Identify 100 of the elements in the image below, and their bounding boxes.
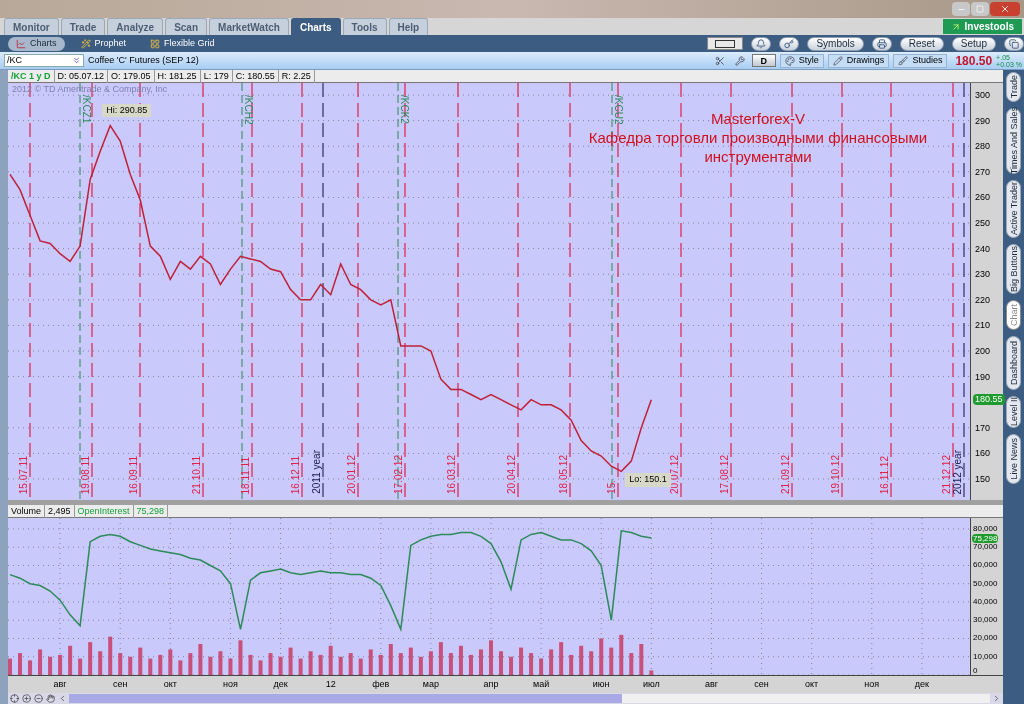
date-label: 18.05.12 [558,455,569,494]
zoom-in-button[interactable] [21,693,32,704]
side-tab[interactable]: Live News [1006,434,1021,484]
scrollbar-thumb[interactable] [69,694,622,703]
volume-bar [128,656,133,675]
date-label: 20.01.12 [346,455,357,494]
volume-bar [328,645,333,675]
main-tab[interactable]: Charts [290,18,341,35]
bell-icon [756,38,767,49]
key-button[interactable] [779,36,800,51]
sub-tab[interactable]: Prophet [72,36,135,51]
volume-bar [529,653,534,675]
year-label: 2012 year [952,449,963,494]
side-tab[interactable]: Level II [1006,396,1021,428]
investools-button[interactable]: Investools [942,19,1022,34]
date-label: 21.12.12 [941,455,952,494]
pan-button[interactable] [45,693,56,704]
axis-label: сен [753,679,770,689]
volume-bar [408,647,413,675]
volume-bar [509,656,514,675]
axis-label: сен [111,679,129,689]
zoom-out-button[interactable] [33,693,44,704]
volume-bar [348,653,353,675]
main-tab[interactable]: Help [388,18,429,35]
info-field: H: 181.25 [154,69,201,83]
toolbar-button[interactable]: Setup [951,36,996,51]
symbols-button[interactable]: Symbols [807,36,864,51]
period-button[interactable]: D [751,54,776,67]
main-tab[interactable]: Analyze [107,18,164,35]
axis-label: 40,000 [973,597,998,606]
volume-bar [458,645,463,675]
print-button[interactable] [871,36,892,51]
volume-bar [18,653,22,675]
axis-label: 230 [975,269,991,280]
volume-bar [78,658,83,675]
date-label: 15. [606,480,617,494]
grid-icon [150,38,161,49]
symbol-field[interactable]: /KC [4,54,84,67]
year-label: 2011 year [311,450,322,494]
side-tab[interactable]: Active Trader [1006,180,1021,238]
volume-bar [138,647,143,675]
chart-tool-button[interactable]: Studies [893,53,948,68]
main-tab[interactable]: Monitor [4,18,59,35]
volume-bar [368,649,373,675]
axis-label: 220 [975,294,991,305]
axis-label: 10,000 [973,652,998,661]
axis-label: 20,000 [973,634,998,643]
side-tab[interactable]: Chart [1006,300,1021,330]
volume-bar [58,654,63,675]
date-label: 16.09.11 [128,455,139,494]
volume-bar [378,654,383,675]
info-field: /KC 1 y D [8,69,55,83]
volume-bar [358,658,363,675]
sub-tab[interactable]: Charts [8,36,65,51]
chart-tool-button[interactable]: Style [779,53,824,68]
axis-label: авг [52,679,68,689]
volume-bar [148,658,153,675]
sub-tab[interactable]: Flexible Grid [142,36,223,51]
main-tab[interactable]: Tools [342,18,387,35]
axis-label: 80,000 [973,524,998,533]
axis-label: 280 [975,141,991,152]
alert-button[interactable] [751,36,772,51]
side-tab[interactable]: Big Buttons [1006,244,1021,294]
chart-tool-button[interactable]: Drawings [827,53,890,68]
crosshair-button[interactable] [9,693,20,704]
side-tab[interactable]: Times And Sales [1006,108,1021,174]
volume-bar [298,658,303,675]
volume-bar [489,640,493,675]
volume-bar [38,649,43,675]
main-tab[interactable]: Scan [165,18,208,35]
volume-bar [188,653,193,675]
date-label: 17.02.12 [393,455,404,494]
volume-bar [68,645,73,675]
volume-bar [549,649,554,675]
side-tab[interactable]: Dashboard [1006,336,1021,390]
axis-label: 160 [975,448,991,459]
layout-swatch[interactable] [707,37,744,50]
axis-label: окт [162,679,178,689]
volume-bar [108,636,113,675]
side-tab[interactable]: Trade [1006,72,1021,102]
main-tab[interactable]: MarketWatch [209,18,289,35]
volume-bar [8,658,12,675]
volume-bar [468,654,473,675]
axis-label: 290 [975,115,991,126]
toolbar-button[interactable]: Reset [899,36,944,51]
volume-bar [639,643,644,675]
rollover-label: /KCK2 [399,95,410,124]
maximize-icon [976,5,984,13]
axis-label: 240 [975,243,991,254]
close-button[interactable] [990,2,1020,16]
axis-label: июл [641,679,661,689]
close-icon [1000,4,1010,14]
axis-label: авг [703,679,719,689]
volume-bar [198,643,203,675]
date-label: 21.09.12 [780,455,791,494]
main-tab[interactable]: Trade [60,18,106,35]
brush-icon [898,55,909,66]
annotation-text: инструментами [704,147,812,166]
detach-button[interactable] [1004,36,1024,51]
axis-label: 12 [324,679,337,689]
